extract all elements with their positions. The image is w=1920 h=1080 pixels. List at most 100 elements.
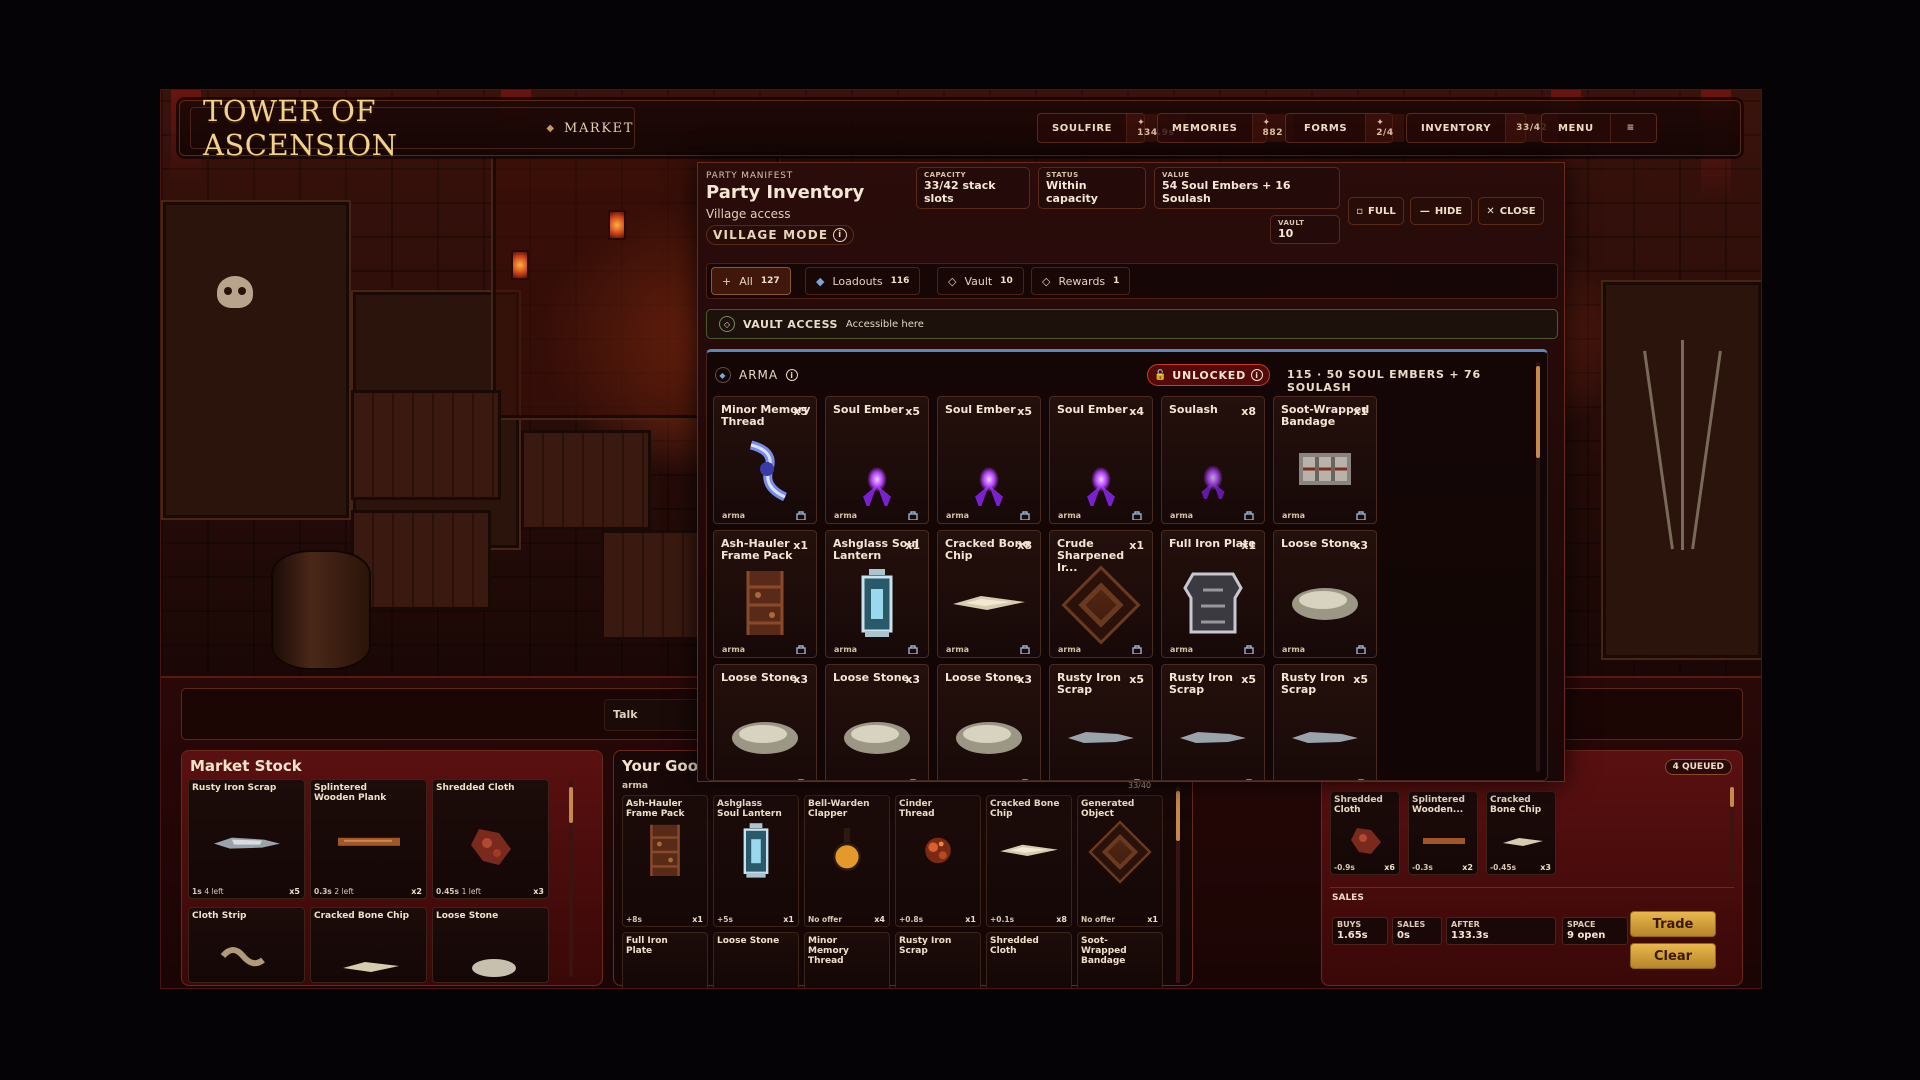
- inventory-scrollbar[interactable]: [1536, 362, 1540, 772]
- market-scrollbar[interactable]: [569, 781, 573, 977]
- goods-item-card[interactable]: Soot-Wrapped Bandage: [1077, 932, 1163, 988]
- lock-icon: [798, 779, 804, 780]
- hide-button[interactable]: — HIDE: [1410, 197, 1472, 225]
- title-box: TOWER OF ASCENSION ◆ MARKET: [190, 94, 635, 162]
- inventory-item-card[interactable]: Rusty Iron Scrapx5arma: [1049, 664, 1153, 780]
- item-quantity: x1: [1353, 405, 1368, 418]
- inventory-item-card[interactable]: Ash-Hauler Frame Pack x1 arma: [713, 530, 817, 658]
- goods-item-card[interactable]: Bell-Warden Clapper No offer x4: [804, 795, 890, 927]
- inventory-item-card[interactable]: Rusty Iron Scrapx5arma: [1273, 664, 1377, 780]
- inventory-item-card[interactable]: Loose Stonex3arma: [713, 664, 817, 780]
- item-name: Cracked Bone Chip: [990, 799, 1060, 819]
- lock-icon: [1020, 645, 1030, 654]
- queued-item[interactable]: Shredded Cloth -0.9s x6: [1330, 791, 1400, 875]
- lock-icon: [1356, 511, 1366, 520]
- minus-icon: —: [1419, 205, 1430, 217]
- market-item[interactable]: Rusty Iron Scrap 1s 4 left x5: [188, 779, 305, 899]
- goods-item-card[interactable]: Minor Memory Thread: [804, 932, 890, 988]
- goods-item-card[interactable]: Full Iron Plate: [622, 932, 708, 988]
- filter-tab-vault[interactable]: ◇ Vault 10: [937, 267, 1024, 295]
- inventory-item-card[interactable]: Soul Ember x4 arma: [1049, 396, 1153, 524]
- close-button[interactable]: ✕ CLOSE: [1478, 197, 1544, 225]
- info-icon: i: [833, 228, 848, 242]
- item-name: Minor Memory Thread: [808, 936, 849, 966]
- lantern-icon: [859, 567, 895, 643]
- inventory-button[interactable]: INVENTORY 33/42: [1406, 113, 1558, 143]
- menu-button[interactable]: MENU ≡: [1541, 113, 1657, 143]
- wooden-plank-icon: [1423, 838, 1465, 844]
- filter-tab-all[interactable]: + All 127: [711, 267, 791, 295]
- inventory-item-card[interactable]: Cracked Bone Chip x8 arma: [937, 530, 1041, 658]
- item-tag: arma: [1058, 779, 1081, 780]
- item-tag: arma: [946, 779, 969, 780]
- info-icon: i: [1251, 369, 1264, 381]
- item-quantity: x1: [1129, 539, 1144, 552]
- lock-icon: [908, 645, 918, 654]
- full-button[interactable]: ▫ FULL: [1348, 197, 1404, 225]
- buys-stat: BUYS 1.65s: [1332, 917, 1388, 945]
- lock-icon: [1358, 779, 1364, 780]
- clear-button[interactable]: Clear: [1630, 943, 1716, 969]
- market-item[interactable]: Cracked Bone Chip: [310, 907, 427, 983]
- inventory-item-card[interactable]: Ashglass Soul Lantern x1 arma: [825, 530, 929, 658]
- trade-button[interactable]: Trade: [1630, 911, 1716, 937]
- memories-button[interactable]: MEMORIES ✦ 882: [1157, 113, 1294, 143]
- goods-item-card[interactable]: Generated Object No offer x1: [1077, 795, 1163, 927]
- talk-button[interactable]: Talk: [604, 699, 712, 731]
- inventory-item-card[interactable]: Soulash x8 arma: [1161, 396, 1265, 524]
- soulfire-button[interactable]: SOULFIRE ✦ 134.9s: [1037, 113, 1185, 143]
- inventory-item-card[interactable]: Rusty Iron Scrapx5arma: [1161, 664, 1265, 780]
- goods-item-card[interactable]: Ashglass Soul Lantern +5s x1: [713, 795, 799, 927]
- diamond-icon: ◆: [816, 274, 825, 288]
- item-quantity: x4: [1129, 405, 1144, 418]
- goods-item-card[interactable]: Ash-Hauler Frame Pack +8s x1: [622, 795, 708, 927]
- inventory-item-card[interactable]: Soot-Wrapped Bandage x1 arma: [1273, 396, 1377, 524]
- inventory-item-card[interactable]: Soul Ember x5 arma: [825, 396, 929, 524]
- clapper-icon: [832, 826, 862, 877]
- filter-tab-loadouts[interactable]: ◆ Loadouts 116: [805, 267, 921, 295]
- soulash-icon: [1191, 443, 1235, 499]
- inventory-item-card[interactable]: Loose Stonex3arma: [1273, 530, 1377, 658]
- section-header[interactable]: ◆ ARMA i: [715, 364, 799, 386]
- goods-item-card[interactable]: Loose Stone: [713, 932, 799, 988]
- goods-scrollbar[interactable]: [1176, 787, 1180, 983]
- inventory-item-card[interactable]: Crude Sharpened Ir... x1 arma: [1049, 530, 1153, 658]
- diamond-outline-icon: ◇: [948, 274, 957, 288]
- village-mode-badge[interactable]: VILLAGE MODE i: [706, 225, 855, 245]
- trade-queue-scrollbar[interactable]: [1730, 787, 1734, 877]
- inventory-item-card[interactable]: Loose Stonex3arma: [937, 664, 1041, 780]
- market-item[interactable]: Splintered Wooden Plank 0.3s 2 left x2: [310, 779, 427, 899]
- iron-plate-icon: [1181, 566, 1245, 644]
- inventory-item-card[interactable]: Loose Stonex3arma: [825, 664, 929, 780]
- diamond-outline-icon: ◇: [1042, 274, 1051, 288]
- inventory-item-card[interactable]: Full Iron Plate x1 arma: [1161, 530, 1265, 658]
- sales-label: SALES: [1332, 893, 1364, 903]
- goods-item-card[interactable]: Rusty Iron Scrap: [895, 932, 981, 988]
- goods-item-card[interactable]: Shredded Cloth: [986, 932, 1072, 988]
- item-quantity: x5: [1353, 673, 1368, 686]
- item-tag: arma: [722, 645, 746, 654]
- wall-lamp: [511, 250, 529, 280]
- crate: [351, 510, 491, 610]
- market-item[interactable]: Shredded Cloth 0.45s 1 left x3: [432, 779, 549, 899]
- iron-scrap-icon: [1290, 728, 1360, 750]
- soul-ember-icon: [963, 436, 1015, 506]
- queued-item[interactable]: Splintered Wooden... -0.3s x2: [1408, 791, 1478, 875]
- item-name: Rusty Iron Scrap: [899, 936, 952, 956]
- market-item[interactable]: Cloth Strip: [188, 907, 305, 983]
- close-icon: ✕: [1486, 205, 1495, 217]
- market-item[interactable]: Loose Stone: [432, 907, 549, 983]
- item-tag: arma: [1170, 645, 1194, 654]
- item-quantity: x5: [1017, 405, 1032, 418]
- frame-pack-icon: [740, 567, 790, 643]
- memory-thread-icon: [737, 437, 793, 505]
- filter-tab-rewards[interactable]: ◇ Rewards 1: [1031, 267, 1131, 295]
- queued-item[interactable]: Cracked Bone Chip -0.45s x3: [1486, 791, 1556, 875]
- goods-item-card[interactable]: Cracked Bone Chip +0.1s x8: [986, 795, 1072, 927]
- inventory-item-card[interactable]: Minor Memory Thread x5 arma: [713, 396, 817, 524]
- inventory-item-card[interactable]: Soul Ember x5 arma: [937, 396, 1041, 524]
- forms-button[interactable]: FORMS ✦ 2/4: [1285, 113, 1404, 143]
- item-quantity: x1: [793, 539, 808, 552]
- inventory-section: ◆ ARMA i 🔓 UNLOCKED i 115 · 50 SOUL EMBERS…: [706, 349, 1548, 781]
- goods-item-card[interactable]: Cinder Thread +0.8s x1: [895, 795, 981, 927]
